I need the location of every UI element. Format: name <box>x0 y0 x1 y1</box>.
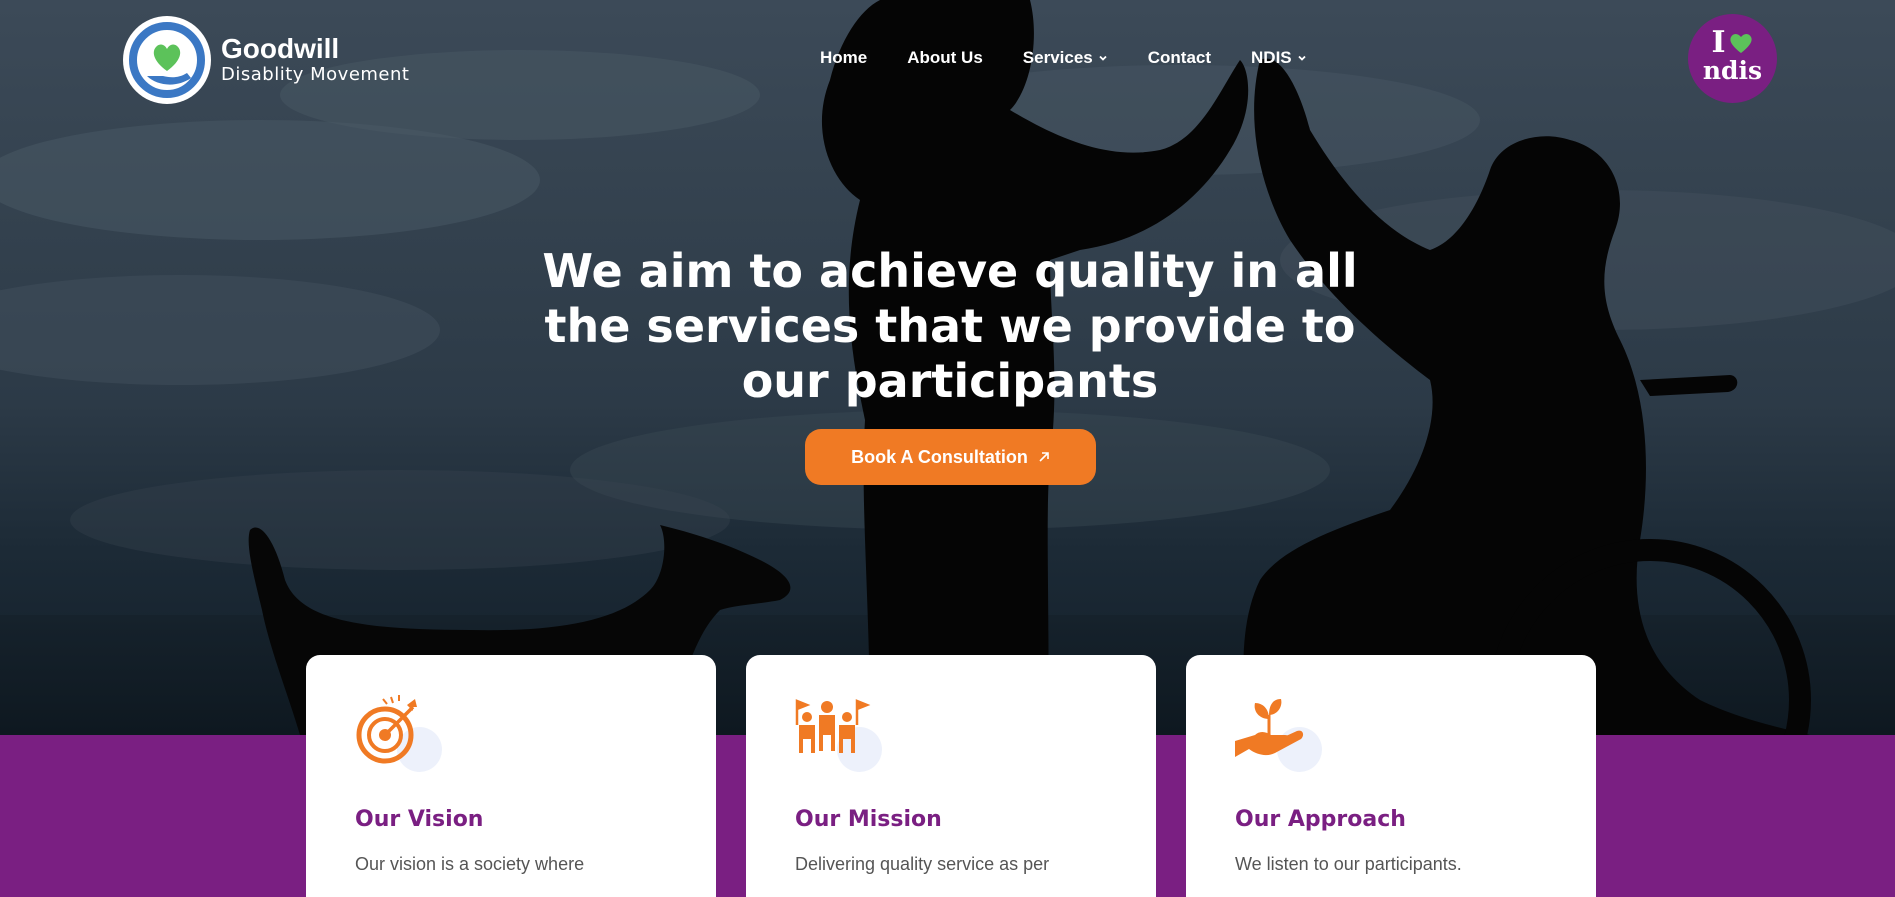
nav-ndis[interactable]: NDIS <box>1251 48 1307 68</box>
chevron-down-icon <box>1099 55 1107 61</box>
vision-card: Our Vision Our vision is a society where <box>306 655 716 897</box>
ndis-badge[interactable]: I ndis <box>1688 14 1777 103</box>
approach-card: Our Approach We listen to our participan… <box>1186 655 1596 897</box>
card-text: Delivering quality service as per <box>795 854 1050 874</box>
team-flags-icon <box>795 699 871 753</box>
nav-about-label: About Us <box>907 48 983 67</box>
hero-title: We aim to achieve quality in all the ser… <box>542 244 1358 408</box>
nav-services-label: Services <box>1022 48 1093 67</box>
book-consultation-button[interactable]: Book A Consultation <box>805 429 1096 485</box>
site-logo[interactable]: Goodwill Disablity Movement <box>123 16 409 104</box>
ndis-badge-text: ndis <box>1702 56 1763 85</box>
nav-ndis-label: NDIS <box>1251 48 1292 67</box>
target-arrow-icon <box>356 695 417 764</box>
heart-icon <box>1729 34 1752 53</box>
nav-about-us[interactable]: About Us <box>907 48 983 68</box>
mission-card: Our Mission Delivering quality service a… <box>746 655 1156 897</box>
nav-contact-label: Contact <box>1147 48 1212 67</box>
nav-home[interactable]: Home <box>820 48 867 68</box>
heart-hand-icon <box>129 22 205 98</box>
arrow-up-right-icon <box>1039 452 1049 462</box>
main-nav: Home About Us Services Contact NDIS <box>820 48 1307 68</box>
card-title: Our Approach <box>1235 807 1406 832</box>
nav-contact[interactable]: Contact <box>1148 48 1211 68</box>
logo-name: Goodwill <box>221 33 340 64</box>
cta-label: Book A Consultation <box>851 446 1028 467</box>
hand-plant-icon <box>1235 699 1304 757</box>
card-text: Our vision is a society where <box>355 854 585 874</box>
chevron-down-icon <box>1298 55 1306 61</box>
nav-home-label: Home <box>820 48 868 67</box>
nav-services[interactable]: Services <box>1023 48 1108 68</box>
card-title: Our Mission <box>795 807 942 832</box>
card-text: We listen to our participants. <box>1235 854 1462 874</box>
ndis-badge-i: I <box>1711 25 1726 60</box>
card-title: Our Vision <box>355 807 484 832</box>
logo-tagline: Disablity Movement <box>221 64 410 85</box>
logo-mark <box>123 16 211 104</box>
